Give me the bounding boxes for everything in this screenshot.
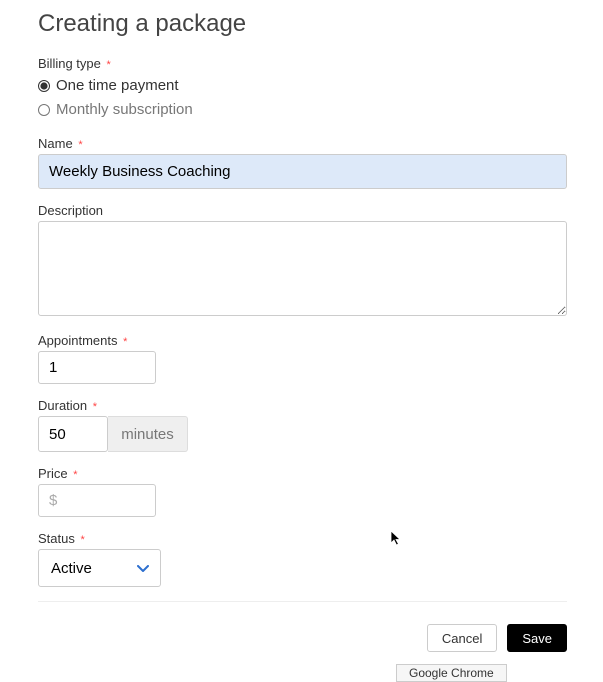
status-label: Status * bbox=[38, 531, 567, 546]
save-button[interactable]: Save bbox=[507, 624, 567, 652]
required-asterisk: * bbox=[73, 469, 77, 481]
required-asterisk: * bbox=[93, 401, 97, 413]
required-asterisk: * bbox=[78, 139, 82, 151]
name-label: Name * bbox=[38, 136, 567, 151]
duration-unit-label: minutes bbox=[108, 416, 188, 452]
description-textarea[interactable] bbox=[38, 221, 567, 316]
duration-label: Duration * bbox=[38, 398, 567, 413]
cancel-button[interactable]: Cancel bbox=[427, 624, 497, 652]
billing-type-label: Billing type * bbox=[38, 56, 567, 71]
duration-input[interactable] bbox=[38, 416, 108, 452]
required-asterisk: * bbox=[107, 59, 111, 71]
description-label: Description bbox=[38, 203, 567, 218]
divider bbox=[38, 601, 567, 602]
radio-one-time-payment[interactable]: One time payment bbox=[38, 74, 567, 98]
billing-type-field: Billing type * One time payment Monthly … bbox=[38, 56, 567, 122]
price-field: Price * bbox=[38, 466, 567, 517]
name-field: Name * bbox=[38, 136, 567, 189]
status-select[interactable]: Active bbox=[38, 549, 161, 587]
description-field: Description bbox=[38, 203, 567, 319]
required-asterisk: * bbox=[123, 336, 127, 348]
required-asterisk: * bbox=[80, 534, 84, 546]
appointments-field: Appointments * bbox=[38, 333, 567, 384]
duration-field: Duration * minutes bbox=[38, 398, 567, 452]
tooltip-google-chrome: Google Chrome bbox=[396, 664, 507, 682]
page-title: Creating a package bbox=[38, 10, 567, 38]
status-field: Status * Active bbox=[38, 531, 567, 587]
appointments-input[interactable] bbox=[38, 351, 156, 384]
price-input[interactable] bbox=[38, 484, 156, 517]
appointments-label: Appointments * bbox=[38, 333, 567, 348]
price-label: Price * bbox=[38, 466, 567, 481]
radio-monthly-input[interactable] bbox=[38, 104, 50, 116]
radio-one-time-input[interactable] bbox=[38, 80, 50, 92]
name-input[interactable] bbox=[38, 154, 567, 189]
form-actions: Cancel Save bbox=[38, 624, 567, 652]
radio-monthly-subscription[interactable]: Monthly subscription bbox=[38, 98, 567, 122]
